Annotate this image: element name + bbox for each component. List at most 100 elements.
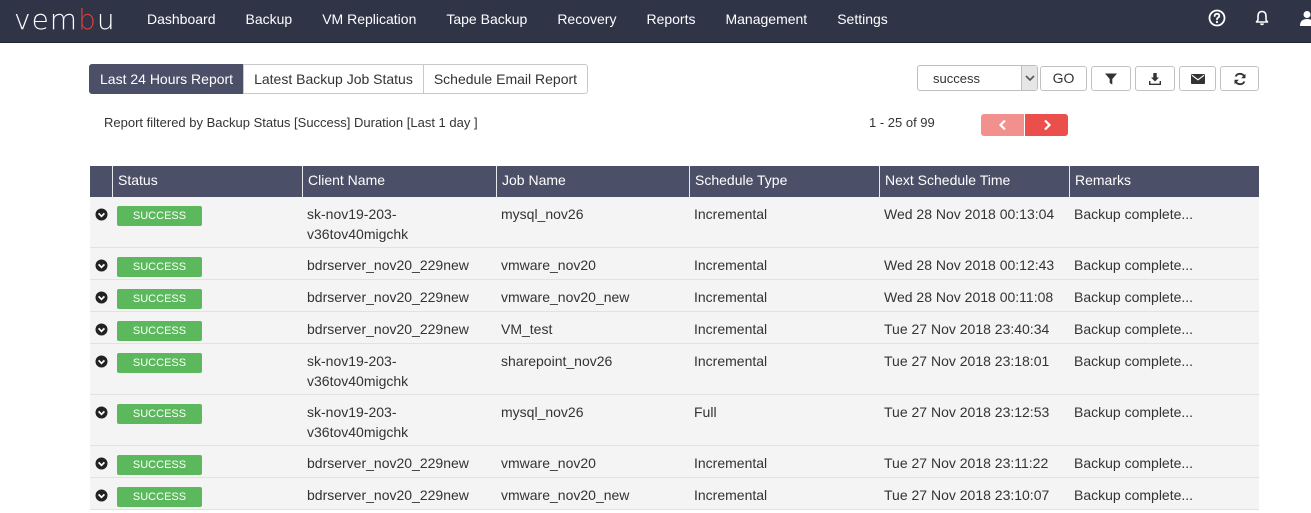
- status-cell: SUCCESS: [112, 478, 302, 509]
- client-name-line: sk-nov19-203-: [307, 404, 397, 420]
- next-page-button[interactable]: [1025, 114, 1068, 136]
- client-name-cell: bdrserver_nov20_229new: [302, 280, 496, 311]
- client-name-line: bdrserver_nov20_229new: [307, 321, 469, 337]
- status-cell: SUCCESS: [112, 446, 302, 477]
- client-name-line: sk-nov19-203-: [307, 353, 397, 369]
- expand-row-icon[interactable]: [95, 406, 108, 419]
- remarks-cell: Backup complete...: [1074, 455, 1194, 471]
- status-badge: SUCCESS: [117, 404, 202, 424]
- email-icon: [1190, 73, 1205, 84]
- nav-item-vm-replication[interactable]: VM Replication: [307, 0, 431, 42]
- refresh-button[interactable]: [1220, 66, 1259, 91]
- expand-cell: [90, 344, 112, 394]
- table-row[interactable]: SUCCESS bdrserver_nov20_229new vmware_no…: [90, 248, 1259, 280]
- client-name-cell: bdrserver_nov20_229new: [302, 312, 496, 343]
- prev-page-button[interactable]: [981, 114, 1024, 136]
- expand-row-icon[interactable]: [95, 259, 108, 272]
- expand-row-icon[interactable]: [95, 208, 108, 221]
- email-button[interactable]: [1179, 66, 1216, 91]
- vembu-logo[interactable]: vembu: [14, 2, 116, 38]
- remarks-cell: Backup complete...: [1074, 487, 1194, 503]
- status-cell: SUCCESS: [112, 344, 302, 394]
- nav-item-management[interactable]: Management: [710, 0, 822, 42]
- client-name-line: v36tov40migchk: [307, 424, 409, 440]
- status-filter-value: success: [933, 71, 980, 86]
- client-name-cell: sk-nov19-203- v36tov40migchk: [302, 395, 496, 445]
- nav-item-tape-backup[interactable]: Tape Backup: [431, 0, 542, 42]
- header-client-name[interactable]: Client Name: [302, 166, 496, 197]
- expand-row-icon[interactable]: [95, 355, 108, 368]
- expand-cell: [90, 478, 112, 509]
- tab-latest-backup-job-status[interactable]: Latest Backup Job Status: [243, 64, 424, 94]
- table-header: Status Client Name Job Name Schedule Typ…: [90, 166, 1259, 197]
- pagination-controls: [981, 114, 1068, 136]
- schedule-type-cell: Incremental: [694, 206, 768, 222]
- client-name-cell: bdrserver_nov20_229new: [302, 478, 496, 509]
- user-icon[interactable]: [1298, 9, 1311, 27]
- filter-button[interactable]: [1091, 66, 1131, 91]
- expand-row-icon[interactable]: [95, 291, 108, 304]
- chevron-down-icon: [1021, 66, 1037, 90]
- next-schedule-time-cell: Tue 27 Nov 2018 23:12:53: [884, 404, 1050, 420]
- next-schedule-time-cell: Tue 27 Nov 2018 23:11:22: [884, 455, 1049, 471]
- expand-cell: [90, 395, 112, 445]
- nav-item-recovery[interactable]: Recovery: [542, 0, 631, 42]
- job-name-cell: mysql_nov26: [501, 404, 584, 420]
- schedule-type-cell: Incremental: [694, 353, 768, 369]
- tab-last-24-hours-report[interactable]: Last 24 Hours Report: [89, 64, 245, 94]
- status-cell: SUCCESS: [112, 280, 302, 311]
- table-row[interactable]: SUCCESS sk-nov19-203- v36tov40migchk mysq…: [90, 197, 1259, 248]
- nav-item-backup[interactable]: Backup: [231, 0, 308, 42]
- schedule-type-cell: Incremental: [694, 455, 768, 471]
- client-name-line: bdrserver_nov20_229new: [307, 289, 469, 305]
- go-button[interactable]: GO: [1040, 66, 1087, 91]
- status-cell: SUCCESS: [112, 197, 302, 247]
- next-schedule-time-cell: Wed 28 Nov 2018 00:12:43: [884, 257, 1055, 273]
- table-body: SUCCESS sk-nov19-203- v36tov40migchk mysq…: [90, 197, 1259, 510]
- table-row[interactable]: SUCCESS bdrserver_nov20_229new vmware_no…: [90, 446, 1259, 478]
- table-row[interactable]: SUCCESS sk-nov19-203- v36tov40migchk shar…: [90, 344, 1259, 395]
- download-button[interactable]: [1135, 66, 1175, 91]
- main-nav: Dashboard Backup VM Replication Tape Bac…: [132, 0, 903, 42]
- bell-icon[interactable]: [1253, 9, 1271, 27]
- expand-row-icon[interactable]: [95, 489, 108, 502]
- filter-summary-text: Report filtered by Backup Status [Succes…: [104, 115, 478, 130]
- job-name-cell: VM_test: [501, 321, 553, 337]
- table-row[interactable]: SUCCESS bdrserver_nov20_229new VM_test I…: [90, 312, 1259, 344]
- job-name-cell: vmware_nov20_new: [501, 487, 630, 503]
- nav-item-reports[interactable]: Reports: [631, 0, 710, 42]
- help-icon[interactable]: [1208, 9, 1226, 27]
- nav-item-settings[interactable]: Settings: [822, 0, 903, 42]
- header-schedule-type[interactable]: Schedule Type: [689, 166, 879, 197]
- remarks-cell: Backup complete...: [1074, 404, 1194, 420]
- status-filter-select[interactable]: success: [917, 65, 1038, 91]
- next-schedule-time-cell: Wed 28 Nov 2018 00:13:04: [884, 206, 1055, 222]
- client-name-cell: sk-nov19-203- v36tov40migchk: [302, 197, 496, 247]
- chevron-right-icon: [1043, 119, 1051, 131]
- job-name-cell: mysql_nov26: [501, 206, 584, 222]
- filter-icon: [1105, 73, 1117, 84]
- next-schedule-time-cell: Tue 27 Nov 2018 23:18:01: [884, 353, 1050, 369]
- report-tabs: Last 24 Hours Report Latest Backup Job S…: [89, 64, 589, 94]
- table-row[interactable]: SUCCESS bdrserver_nov20_229new vmware_no…: [90, 280, 1259, 312]
- header-remarks[interactable]: Remarks: [1069, 166, 1259, 197]
- expand-row-icon[interactable]: [95, 323, 108, 336]
- expand-row-icon[interactable]: [95, 457, 108, 470]
- status-cell: SUCCESS: [112, 395, 302, 445]
- status-badge: SUCCESS: [117, 353, 202, 373]
- top-navbar: vembu Dashboard Backup VM Replication Ta…: [0, 0, 1311, 43]
- table-row[interactable]: SUCCESS sk-nov19-203- v36tov40migchk mysq…: [90, 395, 1259, 446]
- table-row[interactable]: SUCCESS bdrserver_nov20_229new vmware_no…: [90, 478, 1259, 510]
- client-name-cell: sk-nov19-203- v36tov40migchk: [302, 344, 496, 394]
- client-name-line: sk-nov19-203-: [307, 206, 397, 222]
- tab-schedule-email-report[interactable]: Schedule Email Report: [422, 64, 589, 94]
- header-status[interactable]: Status: [112, 166, 302, 197]
- header-job-name[interactable]: Job Name: [496, 166, 689, 197]
- nav-item-dashboard[interactable]: Dashboard: [132, 0, 231, 42]
- schedule-type-cell: Incremental: [694, 289, 768, 305]
- status-badge: SUCCESS: [117, 289, 202, 309]
- header-next-schedule-time[interactable]: Next Schedule Time: [879, 166, 1069, 197]
- client-name-line: bdrserver_nov20_229new: [307, 455, 469, 471]
- remarks-cell: Backup complete...: [1074, 206, 1194, 222]
- next-schedule-time-cell: Wed 28 Nov 2018 00:11:08: [884, 289, 1054, 305]
